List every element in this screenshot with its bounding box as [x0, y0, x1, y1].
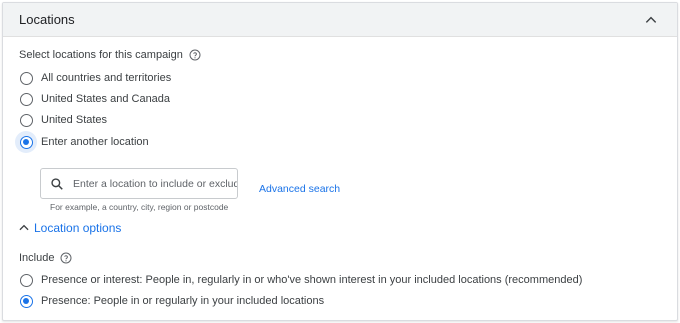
radio-button[interactable] [19, 273, 33, 287]
location-search-input[interactable] [73, 177, 237, 190]
locations-prompt: Select locations for this campaign [19, 49, 201, 61]
location-options-toggle[interactable]: Location options [17, 221, 121, 235]
help-icon[interactable] [60, 252, 72, 264]
radio-button-selected[interactable] [19, 135, 33, 149]
search-helper-text: For example, a country, city, region or … [50, 202, 229, 212]
location-search-box[interactable] [40, 168, 238, 199]
radio-label: United States [41, 114, 108, 126]
radio-another-location[interactable]: Enter another location [15, 131, 149, 153]
radio-label: Presence: People in or regularly in your… [41, 295, 325, 307]
radio-presence-or-interest[interactable]: Presence or interest: People in, regular… [15, 269, 582, 291]
radio-all-countries[interactable]: All countries and territories [15, 67, 171, 89]
radio-button-selected[interactable] [19, 294, 33, 308]
radio-button[interactable] [19, 71, 33, 85]
radio-united-states[interactable]: United States [15, 109, 107, 131]
locations-panel: Locations Select locations for this camp… [2, 2, 678, 321]
radio-button[interactable] [19, 92, 33, 106]
locations-prompt-text: Select locations for this campaign [19, 49, 183, 61]
radio-label: Enter another location [41, 136, 149, 148]
include-label-text: Include [19, 252, 55, 264]
panel-header[interactable]: Locations [3, 3, 677, 37]
chevron-up-icon [17, 221, 31, 235]
radio-label: All countries and territories [41, 72, 172, 84]
radio-label: United States and Canada [41, 93, 171, 105]
panel-title: Locations [19, 12, 75, 27]
include-label: Include [19, 252, 72, 264]
advanced-search-link[interactable]: Advanced search [259, 183, 340, 195]
radio-label: Presence or interest: People in, regular… [41, 274, 583, 286]
radio-presence[interactable]: Presence: People in or regularly in your… [15, 290, 324, 312]
radio-button[interactable] [19, 113, 33, 127]
location-options-label: Location options [34, 221, 122, 235]
search-icon [50, 177, 64, 191]
chevron-up-icon[interactable] [641, 10, 661, 30]
help-icon[interactable] [189, 49, 201, 61]
radio-us-canada[interactable]: United States and Canada [15, 88, 170, 110]
